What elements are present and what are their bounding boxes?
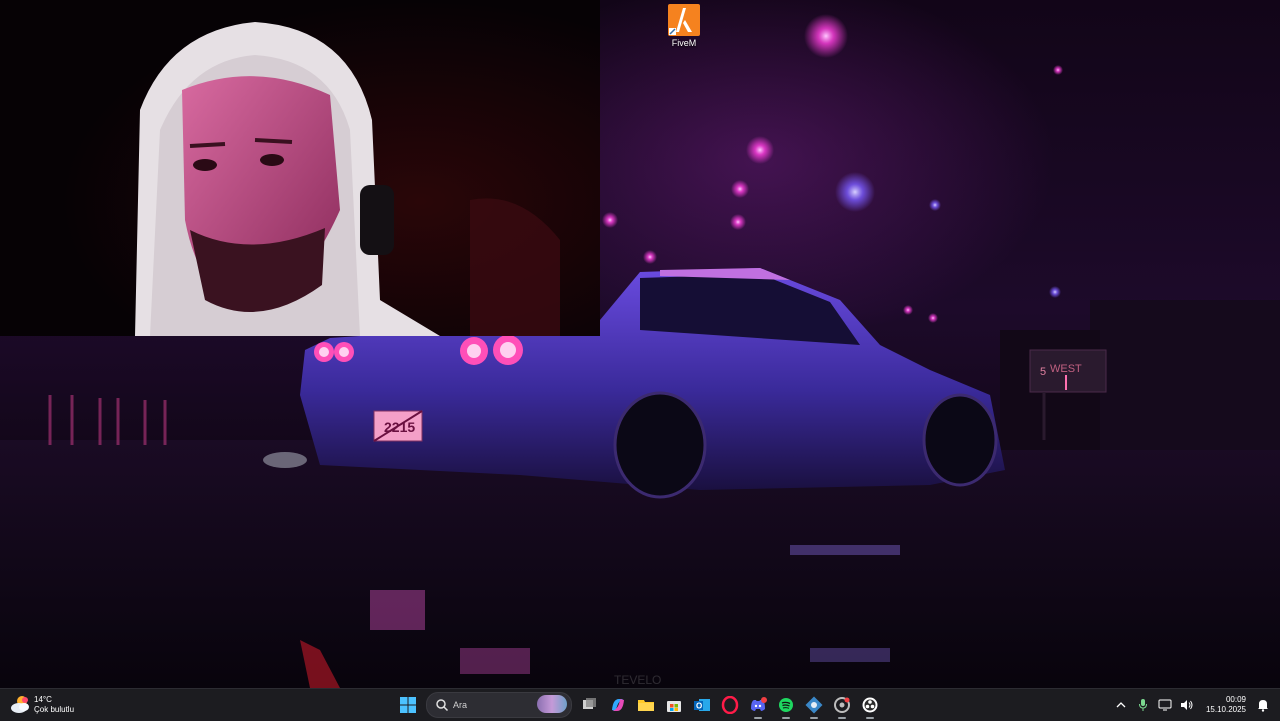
webcam-feed	[0, 0, 600, 336]
system-tray: 00:09 15.10.2025	[1110, 689, 1280, 721]
obs-icon	[862, 697, 878, 713]
notification-icon[interactable]	[1254, 695, 1272, 715]
discord-icon	[751, 697, 767, 711]
outlook-icon: O	[694, 699, 710, 711]
cloud-sun-icon	[10, 695, 32, 715]
opera-gx-button[interactable]	[716, 691, 744, 719]
search-highlight-image	[537, 695, 567, 713]
obs-studio-button[interactable]	[856, 691, 884, 719]
svg-text:WEST: WEST	[1050, 363, 1082, 375]
chrome-icon	[834, 697, 850, 713]
clock-date: 15.10.2025	[1205, 705, 1246, 714]
wallpaper-watermark: TEVELO	[614, 673, 661, 687]
webcam-overlay	[0, 0, 600, 336]
taskbar-apps: Ara O	[394, 689, 884, 721]
chrome-button[interactable]	[828, 691, 856, 719]
microsoft-store-button[interactable]	[660, 691, 688, 719]
spotify-button[interactable]	[772, 691, 800, 719]
copilot-button[interactable]	[604, 691, 632, 719]
steam-icon	[805, 696, 823, 714]
opera-gx-icon	[721, 696, 739, 714]
svg-text:O: O	[696, 702, 702, 711]
chevron-up-icon[interactable]	[1112, 695, 1130, 715]
steam-button[interactable]	[800, 691, 828, 719]
search-box[interactable]: Ara	[426, 692, 572, 718]
task-view-button[interactable]	[576, 691, 604, 719]
speaker-icon[interactable]	[1178, 695, 1196, 715]
file-explorer-button[interactable]	[632, 691, 660, 719]
desktop-icon-fivem[interactable]: FiveM	[660, 4, 708, 48]
clock[interactable]: 00:09 15.10.2025	[1206, 695, 1246, 715]
desktop-icon-label: FiveM	[671, 38, 697, 48]
discord-button[interactable]	[744, 691, 772, 719]
start-button[interactable]	[394, 691, 422, 719]
weather-temperature: 14°C	[34, 695, 52, 704]
weather-condition: Çok bulutlu	[34, 705, 75, 714]
svg-text:5: 5	[1040, 366, 1046, 378]
folder-icon	[638, 700, 654, 711]
spotify-icon	[779, 698, 793, 712]
outlook-button[interactable]: O	[688, 691, 716, 719]
taskbar: 14°C Çok bulutlu Ara O 00:09 15.10.2025	[0, 688, 1280, 721]
store-icon	[667, 701, 681, 712]
search-placeholder: Ara	[453, 700, 468, 710]
microphone-icon[interactable]	[1134, 695, 1152, 715]
copilot-icon	[612, 699, 624, 711]
clock-time: 00:09	[1225, 695, 1246, 704]
fivem-icon	[668, 4, 700, 36]
task-view-icon	[583, 698, 596, 709]
windows-icon	[400, 697, 416, 713]
search-icon	[436, 699, 449, 712]
network-icon[interactable]	[1156, 695, 1174, 715]
weather-widget[interactable]: 14°C Çok bulutlu	[10, 693, 74, 717]
